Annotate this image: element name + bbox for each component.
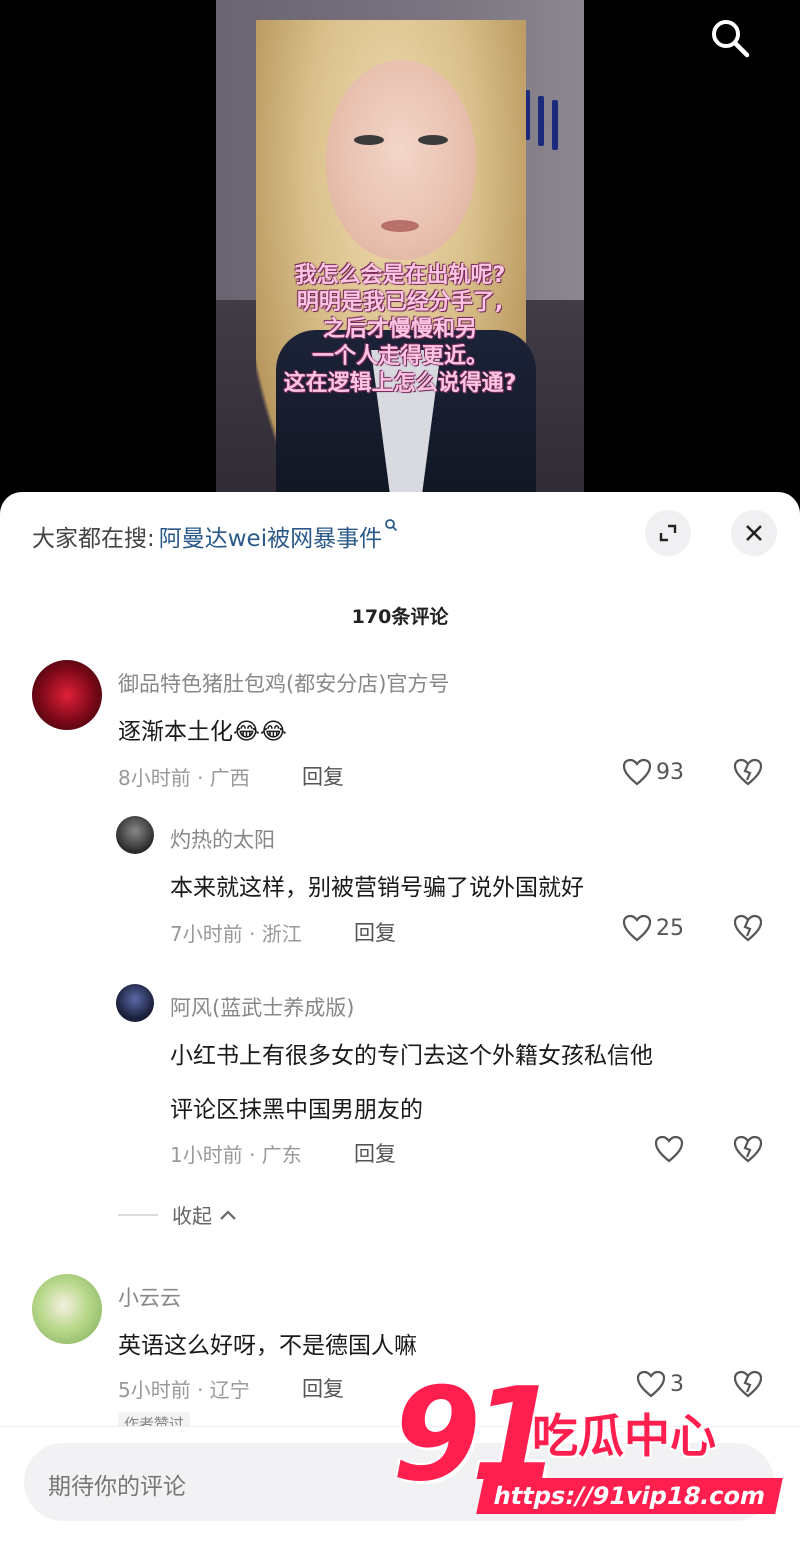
comment-input[interactable]: 期待你的评论: [24, 1443, 774, 1521]
broken-heart-icon: [733, 1370, 763, 1398]
hot-search-term[interactable]: 阿曼达wei被网暴事件: [159, 519, 382, 553]
broken-heart-icon: [733, 1135, 763, 1163]
close-button[interactable]: [731, 510, 777, 556]
comment-text: 评论区抹黑中国男朋友的: [170, 1097, 423, 1123]
search-icon[interactable]: [708, 16, 752, 60]
avatar[interactable]: [116, 816, 154, 854]
comment-input-bar: 期待你的评论: [0, 1426, 800, 1546]
like-count: 25: [656, 915, 684, 941]
heart-icon: [636, 1370, 666, 1398]
broken-heart-icon: [733, 914, 763, 942]
comment-username[interactable]: 御品特色猪肚包鸡(都安分店)官方号: [118, 668, 449, 698]
like-button[interactable]: 25: [622, 914, 684, 942]
like-button[interactable]: 93: [622, 758, 684, 786]
dislike-button[interactable]: [733, 1370, 763, 1402]
comment-input-placeholder: 期待你的评论: [48, 1474, 186, 1500]
reply-button[interactable]: 回复: [302, 761, 344, 791]
dislike-button[interactable]: [733, 914, 763, 946]
collapse-replies-button[interactable]: 收起: [118, 1200, 238, 1229]
collapse-label: 收起: [172, 1204, 212, 1228]
subtitle-line: 我怎么会是在出轨呢?: [294, 263, 506, 288]
dislike-button[interactable]: [733, 1135, 763, 1167]
expand-icon: [659, 524, 677, 542]
like-count: 3: [670, 1371, 684, 1397]
like-button[interactable]: [654, 1135, 688, 1163]
close-icon: [746, 525, 762, 541]
comment-meta: 1小时前 · 广东: [170, 1143, 302, 1167]
comment-text: 逐渐本土化😂😂: [118, 719, 287, 745]
video-frame[interactable]: 我怎么会是在出轨呢? 明明是我已经分手了, 之后才慢慢和另 一个人走得更近。 这…: [216, 0, 584, 510]
comment-username[interactable]: 灼热的太阳: [170, 824, 275, 854]
divider: [118, 1213, 158, 1216]
comment-meta: 8小时前 · 广西: [118, 766, 250, 790]
expand-button[interactable]: [645, 510, 691, 556]
reply-button[interactable]: 回复: [354, 917, 396, 947]
reply-button[interactable]: 回复: [302, 1373, 344, 1403]
video-subtitle: 我怎么会是在出轨呢? 明明是我已经分手了, 之后才慢慢和另 一个人走得更近。 这…: [216, 262, 584, 397]
search-icon[interactable]: [384, 517, 398, 536]
comment-text: 小红书上有很多女的专门去这个外籍女孩私信他: [170, 1043, 653, 1069]
comment-text: 英语这么好呀，不是德国人嘛: [118, 1333, 417, 1359]
comment-username[interactable]: 小云云: [118, 1282, 181, 1312]
broken-heart-icon: [733, 758, 763, 786]
heart-icon: [622, 758, 652, 786]
comment-text: 本来就这样，别被营销号骗了说外国就好: [170, 875, 584, 901]
dislike-button[interactable]: [733, 758, 763, 790]
chevron-up-icon: [220, 1209, 236, 1220]
comment-meta: 7小时前 · 浙江: [170, 922, 302, 946]
avatar[interactable]: [116, 984, 154, 1022]
heart-icon: [654, 1135, 684, 1163]
comment-count: 170条评论: [351, 606, 449, 628]
hot-search-label: 大家都在搜:: [32, 526, 155, 552]
subtitle-line: 这在逻辑上怎么说得通?: [283, 371, 517, 396]
comment-sheet: 大家都在搜: 阿曼达wei被网暴事件 170条评论 御品特色猪肚包鸡(都安分店)…: [0, 492, 800, 1546]
subtitle-line: 一个人走得更近。: [311, 344, 488, 369]
subtitle-line: 之后才慢慢和另: [322, 317, 477, 342]
heart-icon: [622, 914, 652, 942]
comment-username[interactable]: 阿风(蓝武士养成版): [170, 992, 354, 1022]
like-count: 93: [656, 759, 684, 785]
video-player[interactable]: 我怎么会是在出轨呢? 明明是我已经分手了, 之后才慢慢和另 一个人走得更近。 这…: [0, 0, 800, 510]
avatar[interactable]: [32, 1274, 102, 1344]
person-face: [326, 60, 476, 260]
avatar[interactable]: [32, 660, 102, 730]
subtitle-line: 明明是我已经分手了,: [296, 290, 504, 315]
like-button[interactable]: 3: [636, 1370, 684, 1398]
reply-button[interactable]: 回复: [354, 1138, 396, 1168]
comment-meta: 5小时前 · 辽宁: [118, 1378, 250, 1402]
